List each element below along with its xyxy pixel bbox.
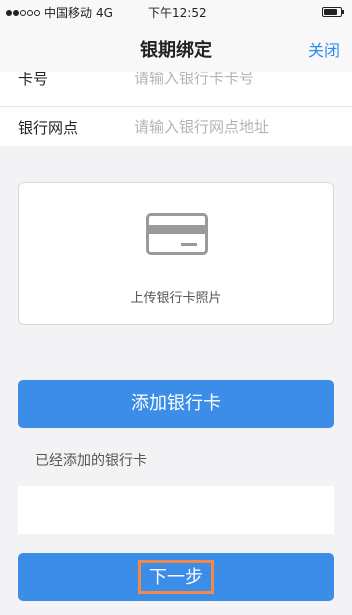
nav-bar: 银期绑定 关闭 [0,24,352,72]
battery-icon [322,7,344,17]
battery-fill [324,9,337,15]
network-type: 4G [96,5,113,20]
status-bar: 中国移动 4G 下午12:52 [0,0,352,24]
signal-dot [20,9,26,16]
signal-dot [27,9,33,16]
card-number-row: 卡号 [0,72,352,98]
signal-dot [34,9,40,16]
added-cards-label: 已经添加的银行卡 [35,453,147,469]
bank-form: 卡号 银行网点 [0,72,352,146]
upload-card-photo[interactable]: 上传银行卡照片 [18,182,334,325]
added-cards-list [18,486,334,534]
card-number-label: 卡号 [18,72,49,88]
status-left: 中国移动 4G [6,4,113,21]
signal-dot [13,9,19,16]
add-card-button[interactable]: 添加银行卡 [18,380,334,428]
signal-dot [6,9,12,16]
bank-branch-input[interactable] [134,115,334,139]
page-title: 银期绑定 [140,40,212,61]
card-line [181,243,197,246]
card-stripe [149,225,205,234]
bank-branch-label: 银行网点 [18,119,79,137]
bank-branch-row: 银行网点 [0,106,352,146]
close-button[interactable]: 关闭 [308,37,340,61]
carrier-name: 中国移动 [44,6,93,20]
signal-strength-icon [6,9,40,16]
next-button-label: 下一步 [138,560,214,594]
next-button[interactable]: 下一步 [18,553,334,601]
status-time: 下午12:52 [148,6,207,20]
upload-label: 上传银行卡照片 [130,291,222,306]
card-number-input[interactable] [134,72,334,90]
bank-card-icon [146,213,208,255]
